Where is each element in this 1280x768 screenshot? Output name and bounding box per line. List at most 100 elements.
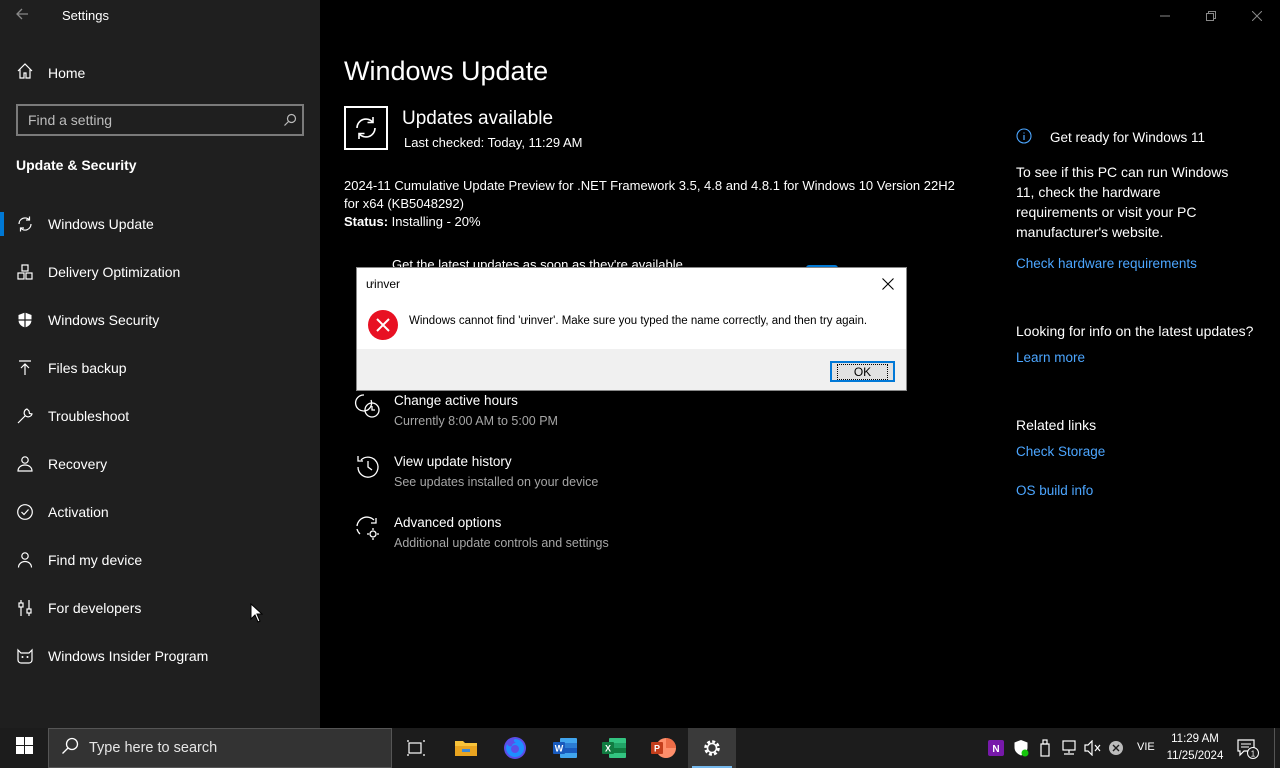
sidebar-item-label: Find my device [48, 552, 143, 568]
search-input[interactable] [28, 112, 278, 128]
sidebar-item-label: Recovery [48, 456, 108, 472]
update-status-icon [344, 106, 388, 150]
app-title: Settings [62, 8, 109, 23]
related-links-heading: Related links [1016, 417, 1097, 433]
show-desktop-button[interactable] [1274, 728, 1280, 768]
error-icon [367, 309, 399, 341]
sidebar-item-find-my-device[interactable]: Find my device [0, 536, 320, 584]
taskbar-clock[interactable]: 11:29 AM 11/25/2024 [1162, 731, 1228, 765]
ok-button[interactable]: OK [830, 361, 895, 382]
sidebar-item-files-backup[interactable]: Files backup [0, 344, 320, 392]
check-hardware-requirements-link[interactable]: Check hardware requirements [1016, 256, 1197, 271]
sidebar-item-label: Delivery Optimization [48, 264, 181, 280]
dialog-message: Windows cannot find 'ưinver'. Make sure … [409, 315, 868, 327]
restore-icon[interactable] [1188, 0, 1234, 32]
advanced-options-option[interactable]: Advanced options Additional update contr… [354, 514, 609, 552]
update-status: Status: Installing - 20% [344, 214, 481, 229]
network-tray-icon[interactable] [1059, 738, 1079, 758]
update-status-title: Updates available [402, 108, 554, 129]
sidebar-item-label: Windows Insider Program [48, 648, 209, 664]
clock-icon [354, 392, 382, 420]
onenote-tray-icon[interactable]: N [986, 738, 1006, 758]
taskbar-search-placeholder: Type here to search [89, 740, 218, 756]
svg-text:X: X [605, 744, 611, 754]
sidebar-item-troubleshoot[interactable]: Troubleshoot [0, 392, 320, 440]
sync-icon [16, 215, 34, 233]
minimize-icon[interactable] [1142, 0, 1188, 32]
clock-time: 11:29 AM [1171, 733, 1219, 745]
close-icon[interactable] [1234, 0, 1280, 32]
file-explorer-icon[interactable] [442, 728, 490, 768]
section-title: Update & Security [16, 157, 137, 173]
sidebar-item-windows-update[interactable]: Windows Update [0, 200, 320, 248]
last-checked: Last checked: Today, 11:29 AM [404, 135, 583, 150]
task-view-icon[interactable] [392, 728, 440, 768]
dialog-body: Windows cannot find 'ưinver'. Make sure … [357, 299, 906, 349]
win11-text: To see if this PC can run Windows 11, ch… [1016, 164, 1229, 240]
word-icon[interactable]: W [541, 728, 589, 768]
os-build-info-link[interactable]: OS build info [1016, 483, 1093, 498]
option-subtitle: Currently 8:00 AM to 5:00 PM [394, 414, 558, 428]
notification-center-icon[interactable]: 1 [1236, 738, 1260, 760]
sidebar-item-label: Home [48, 64, 86, 81]
wrench-icon [16, 407, 34, 425]
taskbar: Type here to search W X P N VIE 11:29 AM… [0, 728, 1280, 768]
svg-text:N: N [992, 744, 999, 755]
usb-device-tray-icon[interactable] [1035, 738, 1055, 758]
svg-text:P: P [654, 744, 660, 754]
status-value: Installing - 20% [388, 214, 481, 229]
svg-text:W: W [555, 744, 564, 754]
firefox-icon[interactable] [491, 728, 539, 768]
sidebar-item-recovery[interactable]: Recovery [0, 440, 320, 488]
home-icon [16, 62, 34, 83]
person-locate-icon [16, 551, 34, 569]
update-description: 2024-11 Cumulative Update Preview for .N… [344, 178, 955, 211]
delivery-icon [16, 263, 34, 281]
status-label: Status: [344, 214, 389, 229]
sidebar-item-for-developers[interactable]: For developers [0, 584, 320, 632]
sidebar-item-label: Files backup [48, 360, 127, 376]
back-arrow-icon[interactable] [14, 6, 36, 26]
find-setting-search[interactable] [16, 104, 304, 136]
learn-more-link[interactable]: Learn more [1016, 350, 1085, 365]
latest-updates-info-heading: Looking for info on the latest updates? [1016, 323, 1254, 339]
window-controls [1142, 0, 1280, 32]
sidebar: Settings Home Update & Security Windows … [0, 0, 320, 728]
sidebar-item-home[interactable]: Home [16, 62, 85, 83]
developer-sliders-icon [16, 599, 34, 617]
sidebar-item-label: Windows Update [48, 216, 154, 232]
sidebar-item-label: Activation [48, 504, 109, 520]
insider-cat-icon [16, 647, 34, 665]
search-icon[interactable] [278, 113, 302, 127]
win11-heading: Get ready for Windows 11 [1016, 128, 1276, 147]
clock-date: 11/25/2024 [1166, 750, 1224, 762]
sidebar-item-label: Troubleshoot [48, 408, 130, 424]
sidebar-item-windows-insider-program[interactable]: Windows Insider Program [0, 632, 320, 680]
settings-gear-icon[interactable] [688, 728, 736, 768]
start-button[interactable] [0, 728, 48, 768]
mouse-cursor-icon [250, 602, 264, 623]
backup-arrow-icon [16, 359, 34, 377]
option-subtitle: Additional update controls and settings [394, 536, 609, 550]
taskbar-search-box[interactable]: Type here to search [48, 728, 392, 768]
advanced-sync-gear-icon [354, 514, 382, 542]
volume-muted-tray-icon[interactable] [1083, 738, 1103, 758]
dialog-close-icon[interactable] [878, 274, 898, 294]
view-update-history-option[interactable]: View update history See updates installe… [354, 453, 598, 491]
check-storage-link[interactable]: Check Storage [1016, 444, 1105, 459]
sidebar-item-activation[interactable]: Activation [0, 488, 320, 536]
powerpoint-icon[interactable]: P [639, 728, 687, 768]
dialog-footer: OK [357, 349, 906, 390]
option-title: Advanced options [394, 515, 502, 530]
security-shield-tray-icon[interactable] [1011, 738, 1031, 758]
sidebar-item-windows-security[interactable]: Windows Security [0, 296, 320, 344]
status-x-tray-icon[interactable] [1106, 738, 1126, 758]
excel-icon[interactable]: X [590, 728, 638, 768]
history-icon [354, 453, 382, 481]
error-dialog: ưinver Windows cannot find 'ưinver'. Mak… [356, 267, 907, 391]
windows-logo-icon [15, 737, 33, 759]
change-active-hours-option[interactable]: Change active hours Currently 8:00 AM to… [354, 392, 558, 430]
input-language[interactable]: VIE [1137, 741, 1155, 753]
sidebar-item-label: For developers [48, 600, 142, 616]
sidebar-item-delivery-optimization[interactable]: Delivery Optimization [0, 248, 320, 296]
